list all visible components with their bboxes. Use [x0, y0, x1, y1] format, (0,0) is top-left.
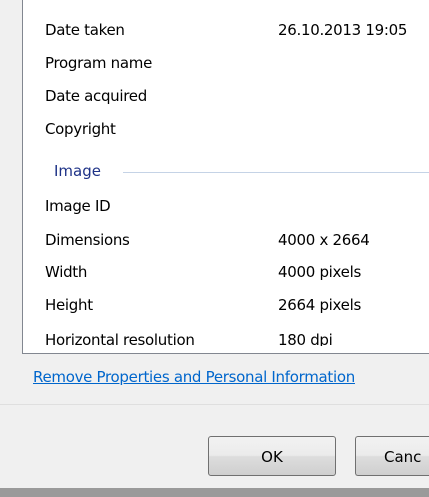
group-divider — [123, 172, 429, 173]
property-label: Height — [45, 296, 93, 314]
remove-properties-link[interactable]: Remove Properties and Personal Informati… — [33, 368, 355, 386]
group-title: Image — [54, 162, 107, 180]
property-row-height[interactable]: Height 2664 pixels — [23, 296, 429, 318]
property-row-date-taken[interactable]: Date taken 26.10.2013 19:05 — [23, 21, 429, 43]
properties-list[interactable]: Date taken 26.10.2013 19:05 Program name… — [22, 0, 429, 354]
property-label: Copyright — [45, 120, 116, 138]
property-row-dimensions[interactable]: Dimensions 4000 x 2664 — [23, 231, 429, 253]
properties-dialog: Date taken 26.10.2013 19:05 Program name… — [0, 0, 429, 497]
property-row-date-acquired[interactable]: Date acquired — [23, 87, 429, 109]
property-row-copyright[interactable]: Copyright — [23, 120, 429, 142]
property-label: Date acquired — [45, 87, 147, 105]
ok-button[interactable]: OK — [208, 436, 336, 476]
footer-separator — [0, 404, 429, 405]
property-value: 4000 x 2664 — [278, 231, 370, 249]
window-bottom-edge — [0, 488, 429, 497]
cancel-button[interactable]: Canc — [355, 436, 429, 476]
group-header-image: Image — [23, 162, 429, 184]
property-row-program-name[interactable]: Program name — [23, 54, 429, 76]
property-value: 180 dpi — [278, 331, 333, 349]
property-label: Dimensions — [45, 231, 130, 249]
property-label: Width — [45, 263, 88, 281]
property-value: 2664 pixels — [278, 296, 361, 314]
property-row-horizontal-resolution[interactable]: Horizontal resolution 180 dpi — [23, 331, 429, 349]
property-label: Program name — [45, 54, 152, 72]
property-label: Date taken — [45, 21, 125, 39]
property-row-image-id[interactable]: Image ID — [23, 197, 429, 219]
property-label: Image ID — [45, 197, 111, 215]
property-row-width[interactable]: Width 4000 pixels — [23, 263, 429, 285]
property-value: 26.10.2013 19:05 — [278, 21, 408, 39]
property-label: Horizontal resolution — [45, 331, 195, 349]
property-value: 4000 pixels — [278, 263, 361, 281]
